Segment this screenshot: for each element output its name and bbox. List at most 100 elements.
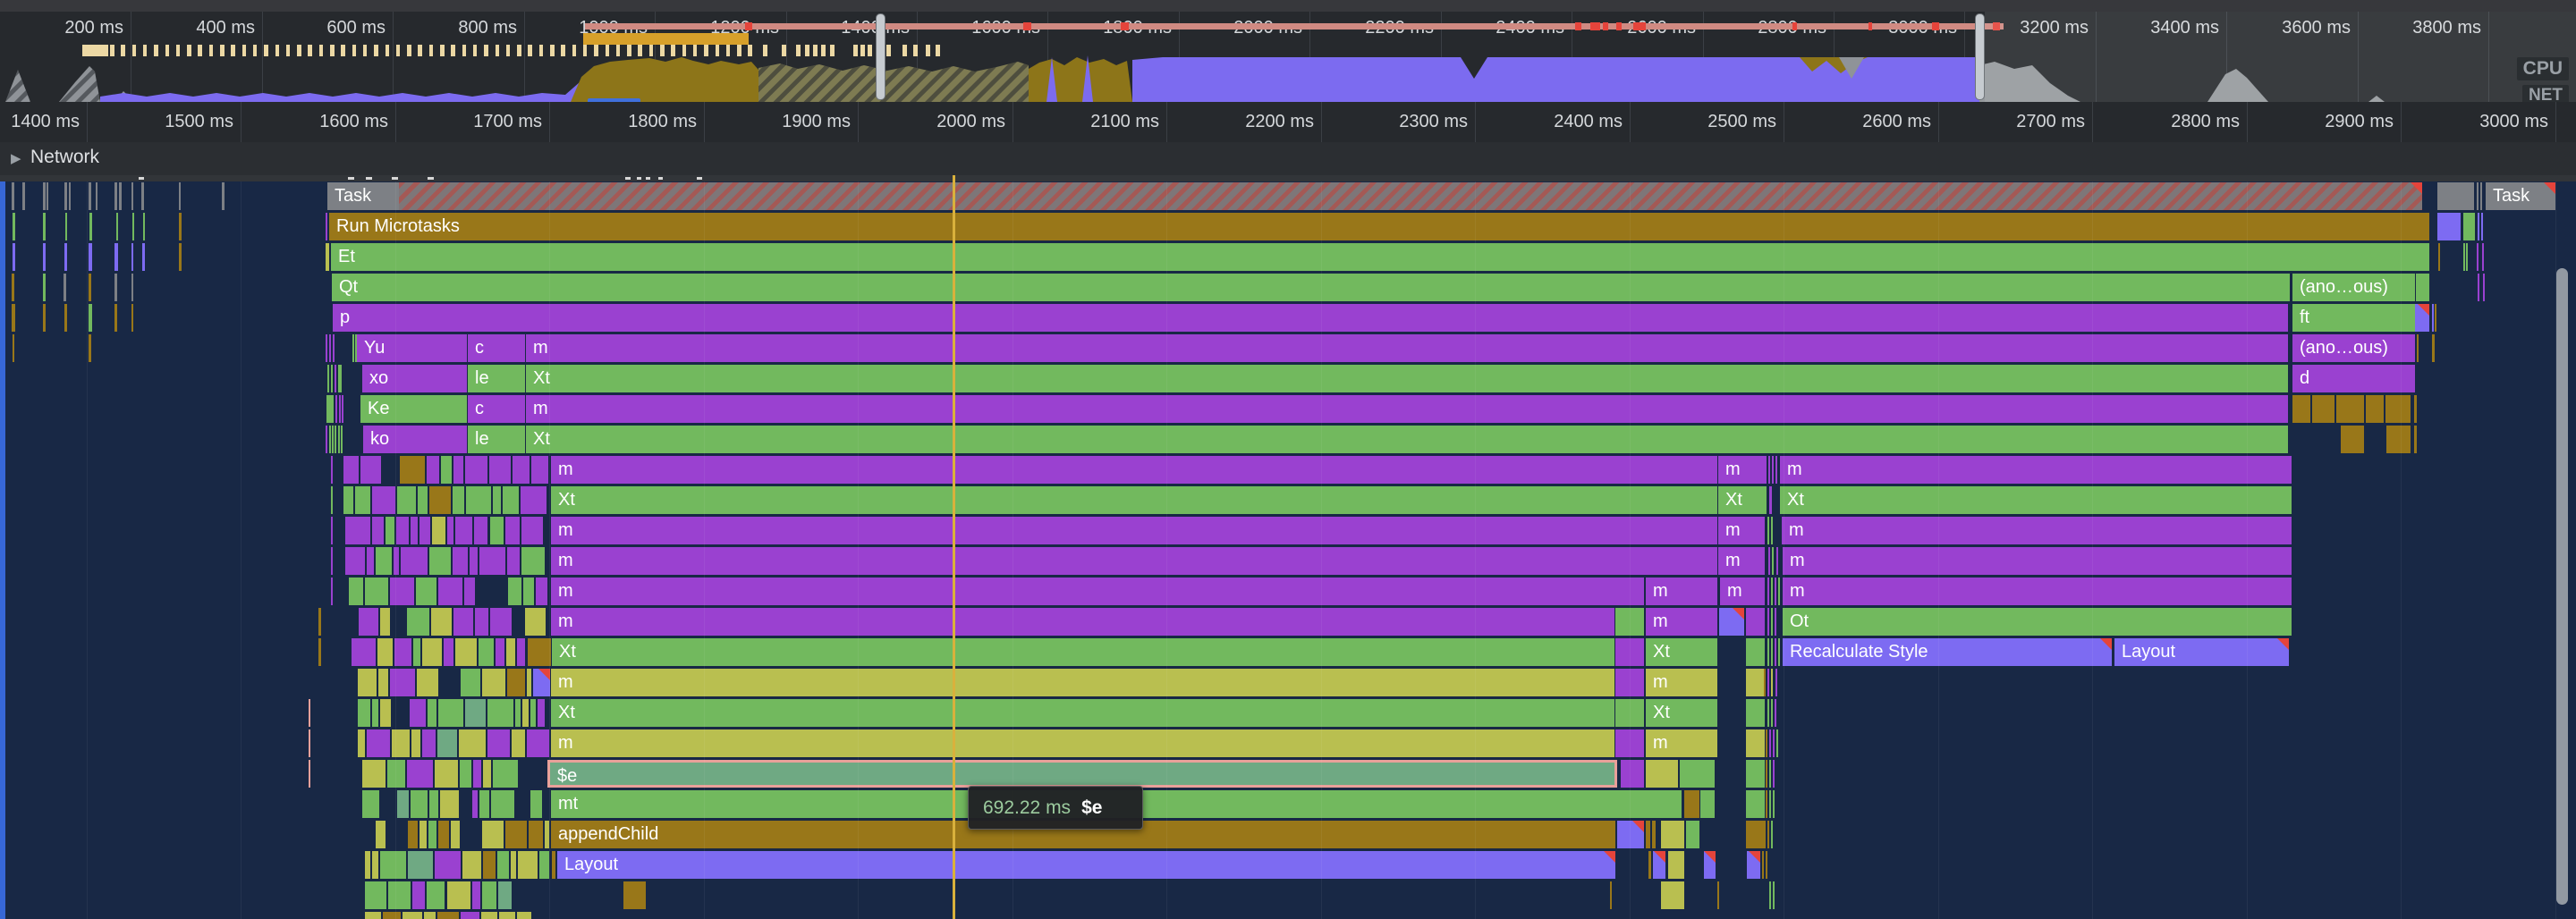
flame-sliver[interactable] bbox=[1773, 729, 1775, 757]
mosaic-bar[interactable] bbox=[483, 760, 490, 788]
mosaic-bar[interactable] bbox=[358, 729, 365, 757]
mosaic-bar[interactable] bbox=[410, 699, 426, 727]
flame-sliver[interactable] bbox=[1773, 881, 1775, 909]
mosaic-bar[interactable] bbox=[453, 608, 472, 636]
mosaic-bar[interactable] bbox=[505, 821, 528, 848]
mosaic-bar[interactable] bbox=[515, 699, 521, 727]
flame-bar-m[interactable]: m bbox=[551, 547, 1717, 575]
flame-bar-m[interactable]: m bbox=[551, 578, 1644, 605]
mosaic-bar[interactable] bbox=[521, 486, 547, 514]
mosaic-bar[interactable] bbox=[507, 669, 525, 696]
flame-bar[interactable] bbox=[1719, 608, 1744, 636]
flame-sliver[interactable] bbox=[131, 243, 133, 271]
flame-sliver[interactable] bbox=[352, 334, 354, 362]
mosaic-bar[interactable] bbox=[358, 699, 370, 727]
mosaic-bar[interactable] bbox=[400, 456, 426, 484]
mosaic-bar[interactable] bbox=[513, 456, 530, 484]
mosaic-bar[interactable] bbox=[491, 790, 513, 818]
flame-bar[interactable] bbox=[1652, 821, 1656, 848]
flame-sliver[interactable] bbox=[1771, 638, 1773, 666]
flame-bar[interactable] bbox=[623, 881, 646, 909]
mosaic-bar[interactable] bbox=[397, 486, 416, 514]
flame-bar[interactable] bbox=[1680, 760, 1715, 788]
mosaic-bar[interactable] bbox=[489, 456, 511, 484]
mosaic-bar[interactable] bbox=[394, 547, 399, 575]
mosaic-bar[interactable] bbox=[427, 881, 445, 909]
flame-sliver[interactable] bbox=[331, 365, 333, 392]
flame-sliver[interactable] bbox=[131, 304, 133, 332]
mosaic-bar[interactable] bbox=[360, 456, 380, 484]
mosaic-bar[interactable] bbox=[365, 912, 381, 919]
mosaic-bar[interactable] bbox=[507, 547, 520, 575]
flame-bar[interactable] bbox=[2438, 243, 2440, 271]
mosaic-bar[interactable] bbox=[529, 821, 543, 848]
flame-sliver[interactable] bbox=[1767, 821, 1769, 848]
flame-sliver[interactable] bbox=[1771, 699, 1773, 727]
mosaic-bar[interactable] bbox=[407, 760, 432, 788]
flame-bar[interactable] bbox=[2463, 213, 2475, 240]
flame-bar[interactable] bbox=[1615, 669, 1644, 696]
flame-sliver[interactable] bbox=[1778, 638, 1780, 666]
flame-bar-m[interactable]: m bbox=[1646, 608, 1717, 636]
mosaic-bar[interactable] bbox=[388, 881, 411, 909]
mosaic-bar[interactable] bbox=[437, 912, 459, 919]
flame-sliver[interactable] bbox=[1775, 608, 1776, 636]
flame-bar[interactable] bbox=[1746, 821, 1765, 848]
flame-bar-m[interactable]: m bbox=[1780, 456, 2292, 484]
mosaic-bar[interactable] bbox=[428, 699, 436, 727]
mosaic-bar[interactable] bbox=[447, 881, 471, 909]
mosaic-bar[interactable] bbox=[390, 669, 415, 696]
flame-sliver[interactable] bbox=[1769, 760, 1771, 788]
network-track-header[interactable]: ▶ Network bbox=[0, 142, 2576, 176]
flame-sliver[interactable] bbox=[331, 456, 333, 484]
flame-bar-xt[interactable]: Xt bbox=[1780, 486, 2292, 514]
flame-bar-m[interactable]: m bbox=[1718, 547, 1765, 575]
flame-bar[interactable] bbox=[1615, 729, 1644, 757]
flame-bar[interactable] bbox=[2463, 243, 2465, 271]
flame-bar-m[interactable]: m bbox=[1783, 578, 2292, 605]
mosaic-bar[interactable] bbox=[418, 486, 428, 514]
flame-bar-d[interactable]: d bbox=[2292, 365, 2415, 392]
mosaic-bar[interactable] bbox=[362, 790, 379, 818]
mosaic-bar[interactable] bbox=[464, 578, 474, 605]
mosaic-bar[interactable] bbox=[455, 638, 476, 666]
flame-bar-xt[interactable]: Xt bbox=[552, 638, 1614, 666]
flame-sliver[interactable] bbox=[1768, 547, 1770, 575]
flame-sliver[interactable] bbox=[1771, 578, 1773, 605]
mosaic-bar[interactable] bbox=[386, 517, 394, 544]
flame-sliver[interactable] bbox=[331, 578, 333, 605]
mosaic-bar[interactable] bbox=[372, 486, 395, 514]
flame-bar-c[interactable]: c bbox=[468, 395, 525, 423]
flame-sliver[interactable] bbox=[1775, 638, 1776, 666]
mosaic-bar[interactable] bbox=[412, 881, 425, 909]
mosaic-bar[interactable] bbox=[531, 456, 548, 484]
mosaic-bar[interactable] bbox=[401, 547, 428, 575]
playhead-line[interactable] bbox=[953, 175, 955, 919]
flame-bar[interactable] bbox=[2415, 304, 2429, 332]
flame-bar-p[interactable]: p bbox=[333, 304, 2288, 332]
mosaic-bar[interactable] bbox=[372, 699, 378, 727]
flame-sliver[interactable] bbox=[309, 729, 310, 757]
mosaic-bar[interactable] bbox=[453, 486, 464, 514]
flame-bar-xt[interactable]: Xt bbox=[551, 699, 1614, 727]
mosaic-bar[interactable] bbox=[479, 547, 505, 575]
mosaic-bar[interactable] bbox=[527, 729, 549, 757]
flame-bar[interactable] bbox=[533, 669, 550, 696]
flame-sliver[interactable] bbox=[1771, 608, 1773, 636]
flame-sliver[interactable] bbox=[131, 182, 133, 210]
flame-sliver[interactable] bbox=[179, 243, 182, 271]
mosaic-bar[interactable] bbox=[497, 851, 508, 879]
flame-sliver[interactable] bbox=[338, 426, 340, 453]
flame-bar-xt[interactable]: Xt bbox=[1646, 699, 1717, 727]
flame-sliver[interactable] bbox=[1767, 699, 1769, 727]
mosaic-bar[interactable] bbox=[345, 517, 370, 544]
flame-bar-xt[interactable]: Xt bbox=[551, 486, 1717, 514]
flame-sliver[interactable] bbox=[1766, 760, 1767, 788]
flame-bar[interactable] bbox=[2432, 334, 2435, 362]
mosaic-bar[interactable] bbox=[459, 729, 486, 757]
mosaic-bar[interactable] bbox=[387, 760, 406, 788]
flame-sliver[interactable] bbox=[43, 304, 46, 332]
flame-sliver[interactable] bbox=[309, 760, 310, 788]
mosaic-bar[interactable] bbox=[503, 486, 518, 514]
flame-sliver[interactable] bbox=[119, 182, 122, 210]
